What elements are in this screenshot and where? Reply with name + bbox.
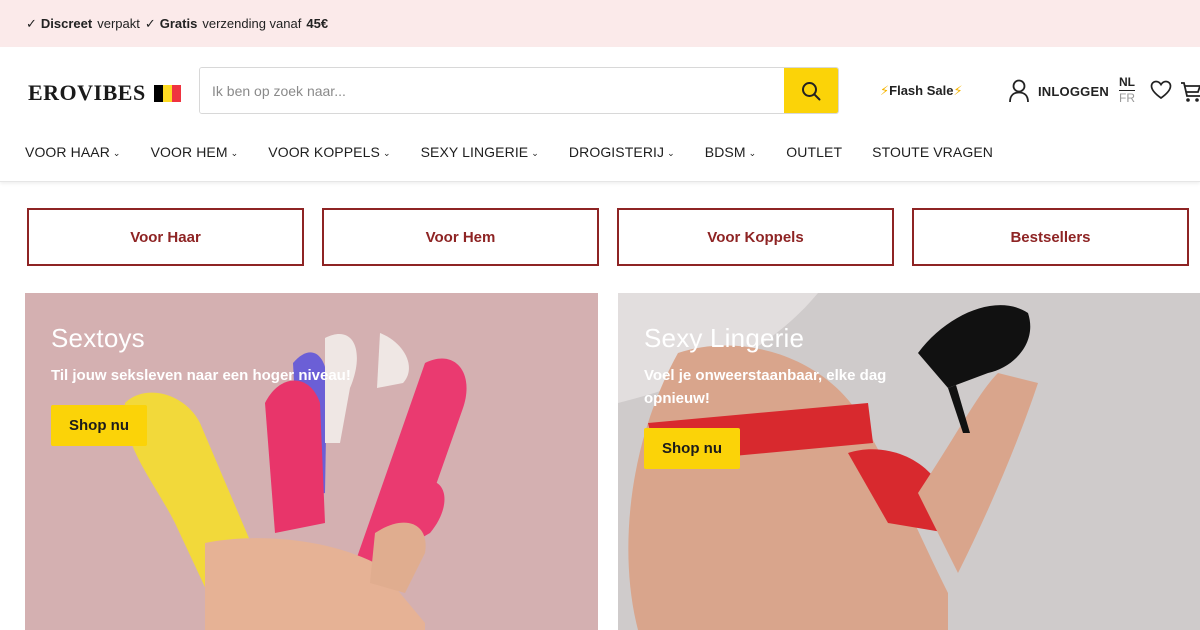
quick-link-bestsellers[interactable]: Bestsellers: [912, 208, 1189, 266]
chevron-down-icon: ⌄: [531, 147, 539, 158]
check-icon: ✓: [26, 15, 37, 31]
announcement-gratis-rest: verzending vanaf: [202, 16, 302, 31]
site-header: EROVIBES ⚡Flash Sale⚡ INLOGGEN NL FR: [0, 47, 1200, 182]
main-nav: VOOR HAAR ⌄ VOOR HEM ⌄ VOOR KOPPELS ⌄ SEXY LIN…: [25, 144, 1023, 160]
search-bar: [199, 67, 839, 114]
search-icon: [802, 81, 821, 100]
chevron-down-icon: ⌄: [748, 147, 757, 158]
belgium-flag-icon: [153, 84, 181, 102]
nav-item-voor-haar[interactable]: VOOR HAAR ⌄: [25, 144, 121, 160]
flash-sale-label: Flash Sale: [889, 83, 954, 98]
nav-item-drogisterij[interactable]: DROGISTERIJ ⌄: [569, 144, 675, 160]
nav-item-label: BDSM: [704, 144, 746, 160]
cart-icon: [1181, 82, 1200, 102]
logo[interactable]: EROVIBES: [28, 80, 181, 106]
nav-item-voor-hem[interactable]: VOOR HEM ⌄: [151, 144, 239, 160]
banner-sexy-lingerie[interactable]: Sexy Lingerie Voel je onweerstaanbaar, e…: [618, 293, 1200, 630]
wishlist-button[interactable]: [1150, 80, 1172, 105]
announcement-gratis: Gratis: [159, 16, 198, 31]
quick-link-voor-hem[interactable]: Voor Hem: [322, 208, 599, 266]
nav-item-outlet[interactable]: OUTLET: [786, 144, 842, 160]
chevron-down-icon: ⌄: [382, 147, 391, 158]
banner-sextoys-subtitle: Til jouw seksleven naar een hoger niveau…: [51, 367, 351, 384]
nav-item-label: OUTLET: [786, 144, 843, 160]
chevron-down-icon: ⌄: [667, 147, 675, 158]
banner-lingerie-title: Sexy Lingerie: [644, 323, 805, 353]
heart-icon: [1150, 80, 1172, 100]
language-switcher[interactable]: NL FR: [1119, 75, 1135, 106]
announcement-discreet-rest: verpakt: [97, 16, 140, 31]
quick-link-voor-koppels[interactable]: Voor Koppels: [617, 208, 894, 266]
nav-item-label: VOOR HEM: [150, 144, 228, 160]
nav-item-label: SEXY LINGERIE: [420, 144, 529, 160]
check-icon: ✓: [144, 15, 156, 31]
bolt-icon: ⚡: [880, 83, 890, 98]
banner-sextoys-title: Sextoys: [51, 323, 145, 353]
nav-item-label: STOUTE VRAGEN: [872, 144, 993, 160]
nav-item-label: VOOR KOPPELS: [268, 144, 380, 160]
shop-now-button[interactable]: Shop nu: [51, 405, 147, 446]
logo-text: EROVIBES: [28, 80, 146, 105]
banner-lingerie-subtitle-line1: Voel je onweerstaanbaar, elke dag: [644, 367, 887, 384]
nav-item-sexy-lingerie[interactable]: SEXY LINGERIE ⌄: [421, 144, 539, 160]
cart-button[interactable]: [1180, 80, 1200, 109]
search-button[interactable]: [784, 68, 838, 113]
banner-lingerie-subtitle: Voel je onweerstaanbaar, elke dag opnieu…: [644, 364, 886, 410]
user-icon: [1009, 79, 1029, 103]
chevron-down-icon: ⌄: [230, 147, 239, 158]
quick-link-voor-haar[interactable]: Voor Haar: [27, 208, 304, 266]
nav-item-label: DROGISTERIJ: [568, 144, 665, 160]
lang-nl[interactable]: NL: [1119, 75, 1135, 91]
nav-item-stoute-vragen[interactable]: STOUTE VRAGEN: [872, 144, 993, 160]
login-button[interactable]: INLOGGEN: [1008, 79, 1109, 103]
bolt-icon: ⚡: [953, 83, 963, 98]
announcement-discreet: Discreet: [40, 16, 93, 31]
announcement-bar: ✓ Discreet verpakt ✓ Gratis verzending v…: [0, 0, 1200, 47]
nav-item-bdsm[interactable]: BDSM ⌄: [705, 144, 757, 160]
lang-fr[interactable]: FR: [1119, 91, 1135, 106]
search-input[interactable]: [200, 68, 784, 113]
banner-lingerie-subtitle-line2: opnieuw!: [644, 390, 710, 407]
shop-now-button[interactable]: Shop nu: [644, 428, 740, 469]
nav-item-voor-koppels[interactable]: VOOR KOPPELS ⌄: [268, 144, 390, 160]
announcement-amount: 45€: [306, 16, 329, 31]
chevron-down-icon: ⌄: [112, 147, 121, 158]
banner-sextoys[interactable]: Sextoys Til jouw seksleven naar een hoge…: [25, 293, 598, 630]
flash-sale-link[interactable]: ⚡Flash Sale⚡: [880, 83, 963, 99]
login-label: INLOGGEN: [1038, 83, 1109, 99]
nav-item-label: VOOR HAAR: [25, 144, 110, 160]
